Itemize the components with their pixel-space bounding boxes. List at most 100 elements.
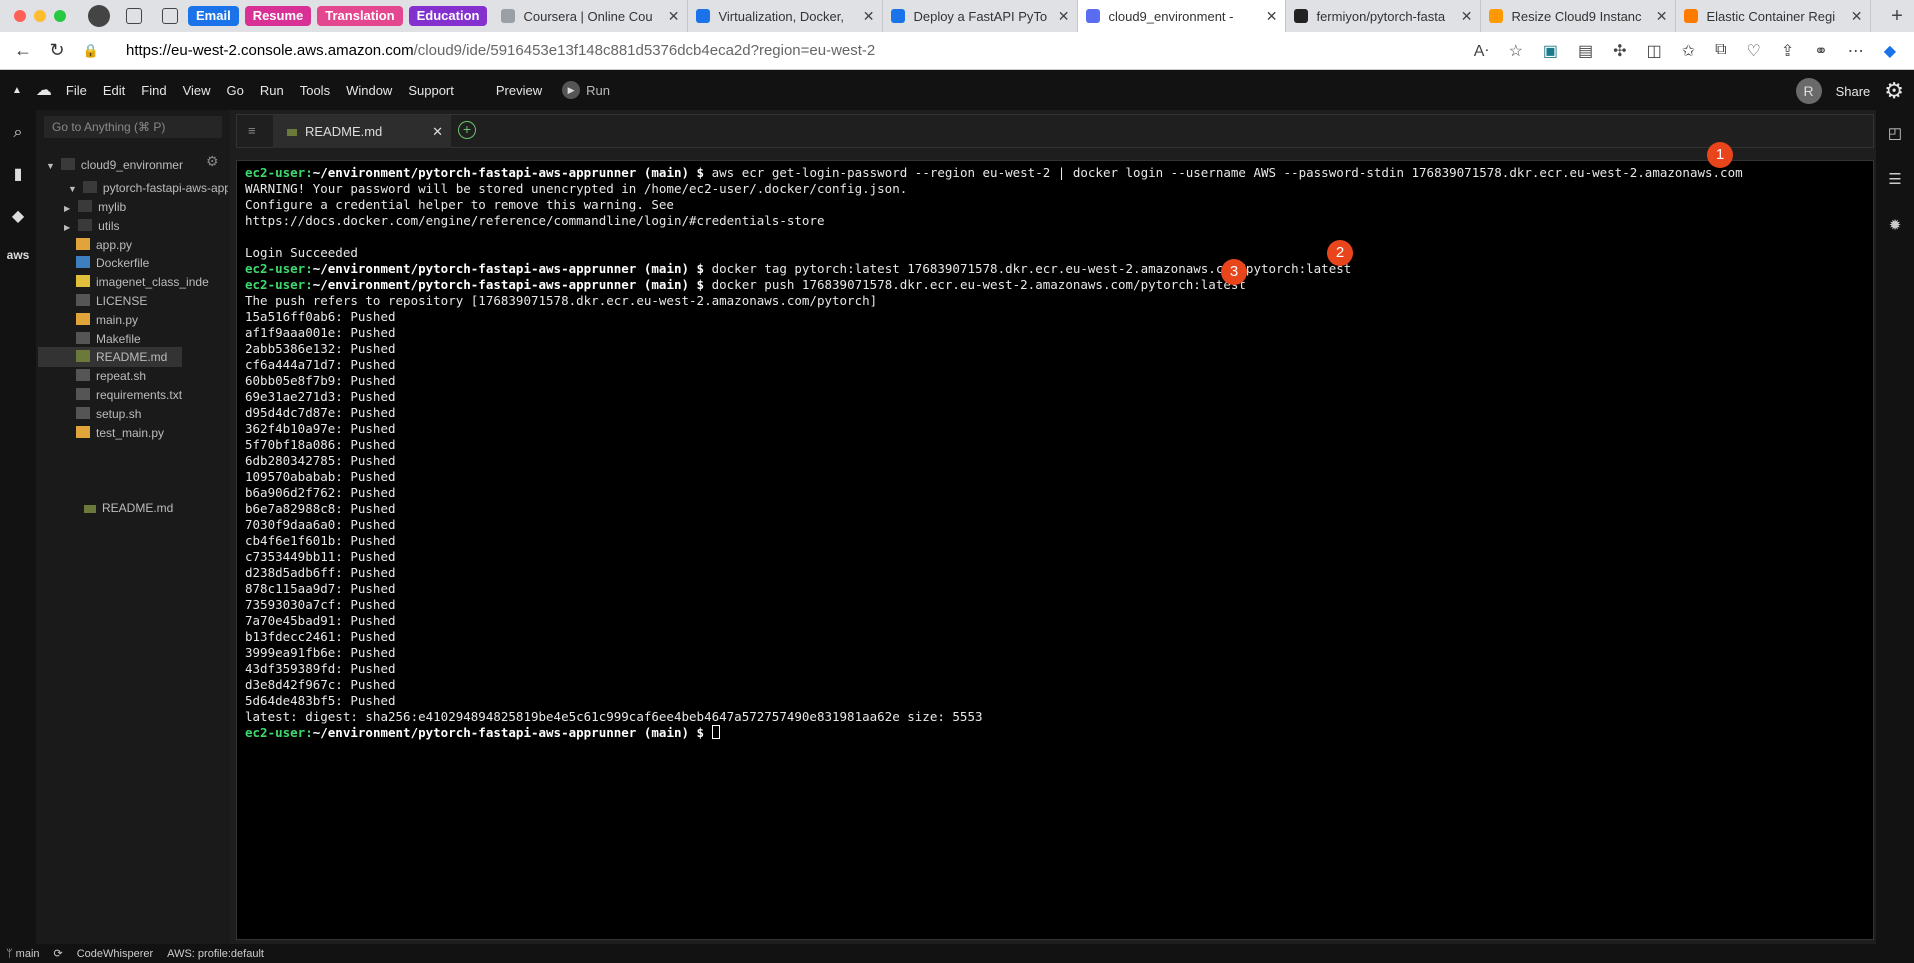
browser-tab[interactable]: Virtualization, Docker, ✕	[688, 0, 884, 32]
tree-settings-gear-icon[interactable]: ⚙	[206, 153, 219, 170]
close-window-button[interactable]	[14, 10, 26, 22]
close-tab-icon[interactable]: ✕	[1058, 8, 1070, 25]
extension-icon[interactable]: ▣	[1543, 41, 1558, 61]
preview-menu[interactable]: Preview	[496, 83, 542, 98]
tree-item[interactable]: LICENSE	[76, 291, 147, 311]
reading-list-icon[interactable]: ▤	[1578, 41, 1593, 61]
tab-group-email[interactable]: Email	[188, 6, 239, 26]
browser-tab[interactable]: Coursera | Online Cou ✕	[493, 0, 689, 32]
tree-item[interactable]: ▶ mylib	[64, 197, 126, 217]
extensions-puzzle-icon[interactable]: ✣	[1613, 41, 1626, 61]
debugger-icon[interactable]: ✹	[1876, 216, 1914, 234]
cloud9-logo-icon[interactable]: ☁	[36, 80, 52, 100]
new-tab-button[interactable]: +	[1880, 5, 1914, 28]
menu-edit[interactable]: Edit	[103, 83, 125, 98]
url-field[interactable]: https://eu-west-2.console.aws.amazon.com…	[126, 42, 1474, 59]
browser-tab[interactable]: Elastic Container Regi ✕	[1676, 0, 1872, 32]
more-menu-icon[interactable]: ⋯	[1848, 41, 1864, 61]
aws-toolkit-icon[interactable]: aws	[0, 248, 36, 262]
browser-essentials-icon[interactable]: ♡	[1747, 41, 1761, 61]
close-tab-icon[interactable]: ✕	[668, 8, 680, 25]
tree-project-folder[interactable]: ▼ pytorch-fastapi-aws-app	[68, 178, 228, 198]
collapse-icon[interactable]: ▲	[12, 85, 22, 96]
settings-gear-icon[interactable]: ⚙	[1884, 78, 1904, 104]
tab-group-education[interactable]: Education	[408, 6, 488, 26]
sync-icon[interactable]: ⟳	[54, 947, 63, 960]
terminal-output[interactable]: ec2-user:~/environment/pytorch-fastapi-a…	[236, 160, 1874, 940]
tree-item[interactable]: imagenet_class_inde	[76, 272, 209, 292]
layer-push-line: 6db280342785: Pushed	[245, 453, 396, 468]
workspaces-icon[interactable]	[126, 8, 142, 24]
tree-root-folder[interactable]: ▼ cloud9_environmer	[46, 155, 183, 175]
favorite-star-icon[interactable]: ☆	[1509, 41, 1523, 61]
browser-tab[interactable]: fermiyon/pytorch-fasta ✕	[1286, 0, 1482, 32]
performance-icon[interactable]: ⚭	[1814, 41, 1827, 61]
tree-item[interactable]: app.py	[76, 235, 132, 255]
aws-profile-status[interactable]: AWS: profile:default	[167, 948, 264, 960]
branch-indicator[interactable]: ᛘ main	[6, 948, 40, 960]
close-tab-icon[interactable]: ✕	[1656, 8, 1668, 25]
copilot-icon[interactable]: ◆	[1884, 41, 1896, 61]
layer-push-line: 7030f9daa6a0: Pushed	[245, 517, 396, 532]
maximize-window-button[interactable]	[54, 10, 66, 22]
close-tab-icon[interactable]: ✕	[1461, 8, 1473, 25]
site-info-icon[interactable]: 🔒	[80, 43, 102, 59]
outline-icon[interactable]: ☰	[1876, 170, 1914, 188]
editor-tab-readme[interactable]: README.md ✕	[273, 115, 451, 148]
tree-item[interactable]: Dockerfile	[76, 253, 149, 273]
back-icon[interactable]: ←	[12, 40, 34, 61]
go-to-anything-input[interactable]: Go to Anything (⌘ P)	[44, 116, 222, 138]
menu-view[interactable]: View	[183, 83, 211, 98]
close-tab-icon[interactable]: ✕	[863, 8, 875, 25]
tab-actions-icon[interactable]	[162, 8, 178, 24]
tab-group-translation[interactable]: Translation	[317, 6, 403, 26]
close-tab-icon[interactable]: ✕	[432, 115, 443, 148]
menu-file[interactable]: File	[66, 83, 87, 98]
browser-tab[interactable]: cloud9_environment - ✕	[1078, 0, 1287, 32]
tab-list-icon[interactable]: ≡	[248, 123, 256, 138]
tree-item[interactable]: test_main.py	[76, 423, 164, 443]
source-control-icon[interactable]: ◆	[0, 206, 36, 226]
menu-run[interactable]: Run	[260, 83, 284, 98]
search-icon[interactable]: ⌕	[0, 124, 36, 142]
run-button[interactable]: ▶ Run	[562, 81, 610, 99]
layer-push-line: 3999ea91fb6e: Pushed	[245, 645, 396, 660]
menu-tools[interactable]: Tools	[300, 83, 330, 98]
tree-item[interactable]: main.py	[76, 310, 138, 330]
collaborate-icon[interactable]: ◰	[1876, 124, 1914, 142]
close-tab-icon[interactable]: ✕	[1266, 8, 1278, 25]
menu-go[interactable]: Go	[227, 83, 244, 98]
browser-tab[interactable]: Deploy a FastAPI PyTo ✕	[883, 0, 1079, 32]
reload-icon[interactable]: ↻	[46, 40, 68, 61]
tree-root-readme[interactable]: README.md	[84, 498, 173, 518]
minimize-window-button[interactable]	[34, 10, 46, 22]
browser-tab[interactable]: Resize Cloud9 Instanc ✕	[1481, 0, 1677, 32]
collections-icon[interactable]: ⧉	[1715, 41, 1726, 61]
tab-group-resume[interactable]: Resume	[244, 6, 312, 26]
split-screen-icon[interactable]: ◫	[1647, 41, 1662, 61]
tree-item[interactable]: Makefile	[76, 329, 141, 349]
close-tab-icon[interactable]: ✕	[1851, 8, 1863, 25]
tab-title: Resize Cloud9 Instanc	[1511, 8, 1642, 24]
share-button[interactable]: Share	[1836, 84, 1871, 99]
menu-support[interactable]: Support	[408, 83, 454, 98]
menu-window[interactable]: Window	[346, 83, 392, 98]
share-page-icon[interactable]: ⇪	[1781, 41, 1794, 61]
tree-item[interactable]: repeat.sh	[76, 366, 146, 386]
favorites-icon[interactable]: ✩	[1682, 41, 1695, 61]
tree-item-label: README.md	[96, 350, 168, 365]
codewhisperer-status[interactable]: CodeWhisperer	[77, 948, 153, 960]
tree-item[interactable]: setup.sh	[76, 404, 141, 424]
tree-item[interactable]: ▶ utils	[64, 216, 120, 236]
new-editor-tab-icon[interactable]: +	[458, 121, 476, 139]
read-aloud-icon[interactable]: Aᐧ	[1474, 41, 1489, 61]
tree-item[interactable]: requirements.txt	[76, 385, 182, 405]
shell-file-icon	[76, 331, 90, 344]
menu-find[interactable]: Find	[141, 83, 166, 98]
environment-files-icon[interactable]: ▮	[0, 164, 36, 184]
tree-project-label: pytorch-fastapi-aws-app	[102, 181, 228, 195]
tree-item[interactable]: README.md	[38, 347, 182, 368]
user-avatar[interactable]: R	[1795, 78, 1822, 104]
tab-favicon-icon	[1489, 9, 1504, 23]
browser-profile-avatar[interactable]	[88, 5, 110, 27]
